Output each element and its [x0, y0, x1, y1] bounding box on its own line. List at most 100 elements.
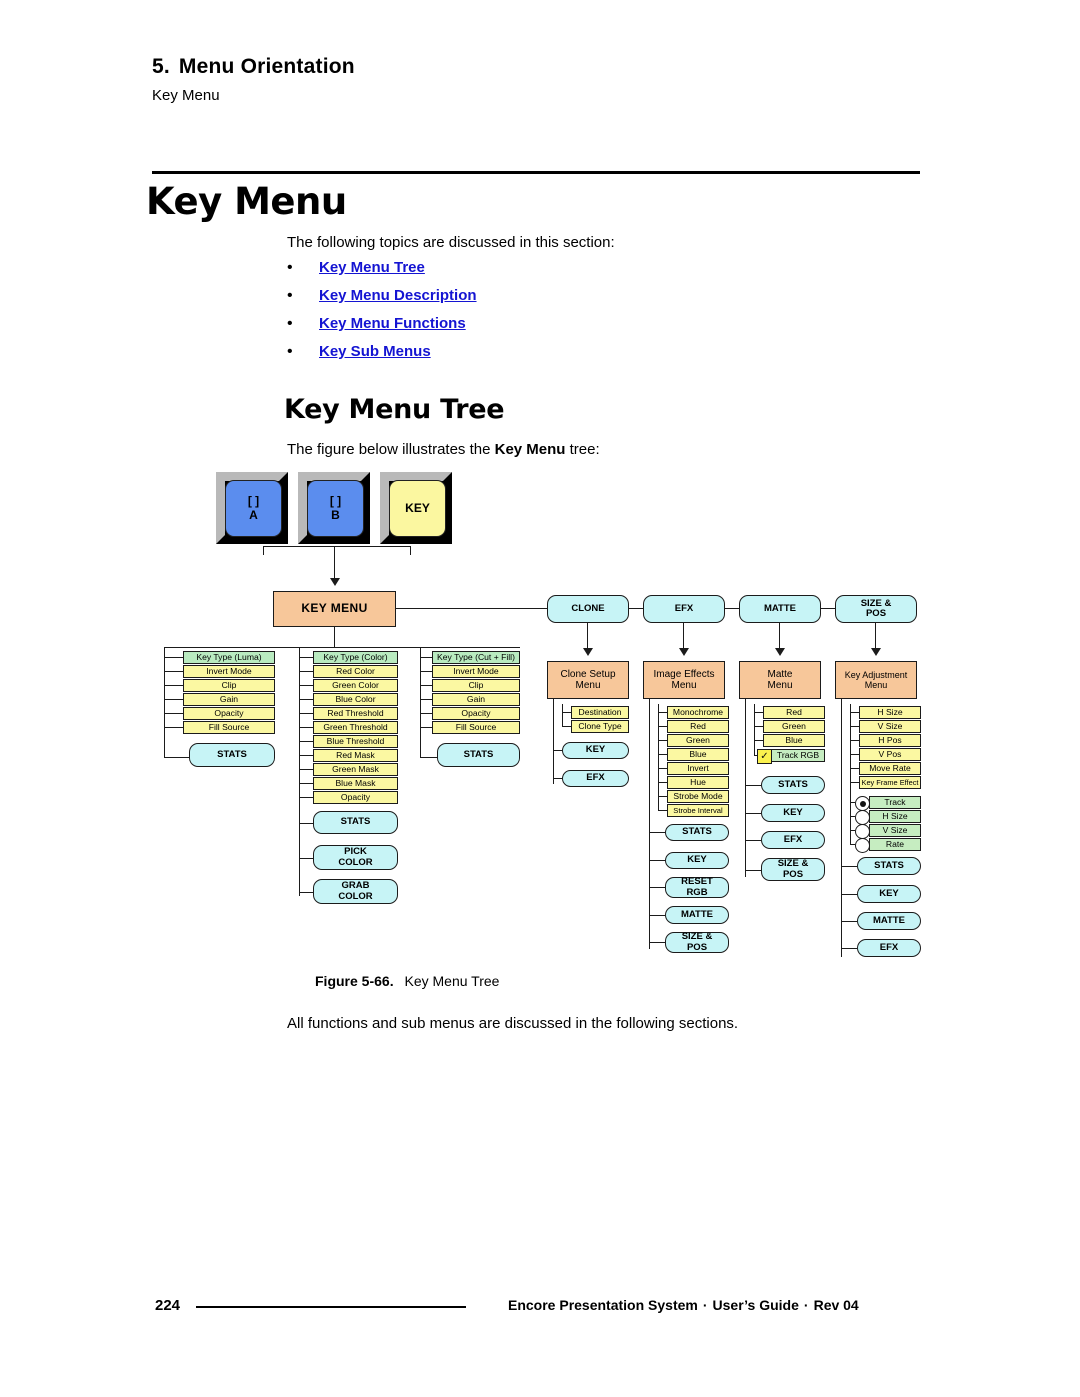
param-destination[interactable]: Destination — [571, 706, 629, 719]
param-gain[interactable]: Gain — [183, 693, 275, 706]
param-matte-green[interactable]: Green — [763, 720, 825, 733]
node-key-menu[interactable]: KEY MENU — [273, 591, 396, 627]
node-label: STATS — [874, 859, 904, 871]
connector — [164, 727, 183, 729]
param-invert-mode-cf[interactable]: Invert Mode — [432, 665, 520, 678]
node-image-effects-menu[interactable]: Image Effects Menu — [643, 661, 725, 699]
node-clone[interactable]: CLONE — [547, 595, 629, 623]
param-red-color[interactable]: Red Color — [313, 665, 398, 678]
node-size-pos[interactable]: SIZE & POS — [835, 595, 917, 623]
node-clone-setup-menu[interactable]: Clone Setup Menu — [547, 661, 629, 699]
button-matte-efx[interactable]: EFX — [761, 831, 825, 849]
param-green-mask[interactable]: Green Mask — [313, 763, 398, 776]
param-key-frame-effect[interactable]: Key Frame Effect — [859, 776, 921, 789]
param-red-threshold[interactable]: Red Threshold — [313, 707, 398, 720]
node-matte-menu[interactable]: Matte Menu — [739, 661, 821, 699]
param-v-pos[interactable]: V Pos — [859, 748, 921, 761]
param-green-color[interactable]: Green Color — [313, 679, 398, 692]
button-sp-key[interactable]: KEY — [857, 885, 921, 903]
keycap-key[interactable]: KEY — [380, 472, 452, 544]
button-pick-color[interactable]: PICK COLOR — [313, 845, 398, 870]
param-radio-rate[interactable]: Rate — [869, 838, 921, 851]
button-sp-matte[interactable]: MATTE — [857, 912, 921, 930]
param-matte-blue[interactable]: Blue — [763, 734, 825, 747]
param-move-rate[interactable]: Move Rate — [859, 762, 921, 775]
param-blue-threshold[interactable]: Blue Threshold — [313, 735, 398, 748]
radio-rate[interactable] — [855, 838, 870, 853]
param-opacity[interactable]: Opacity — [183, 707, 275, 720]
button-matte-key[interactable]: KEY — [761, 804, 825, 822]
param-blue-mask[interactable]: Blue Mask — [313, 777, 398, 790]
param-matte-red[interactable]: Red — [763, 706, 825, 719]
param-label: Green Mask — [332, 764, 379, 775]
param-opacity-color[interactable]: Opacity — [313, 791, 398, 804]
param-v-size[interactable]: V Size — [859, 720, 921, 733]
connector — [658, 740, 667, 742]
param-label: Key Type (Cut + Fill) — [437, 652, 515, 663]
button-sp-efx[interactable]: EFX — [857, 939, 921, 957]
param-green-threshold[interactable]: Green Threshold — [313, 721, 398, 734]
param-monochrome[interactable]: Monochrome — [667, 706, 729, 719]
param-label: Blue — [689, 749, 707, 760]
button-clone-efx[interactable]: EFX — [562, 770, 629, 787]
button-grab-color[interactable]: GRAB COLOR — [313, 879, 398, 904]
param-opacity-cf[interactable]: Opacity — [432, 707, 520, 720]
button-efx-reset-rgb[interactable]: RESET RGB — [665, 876, 729, 898]
node-efx[interactable]: EFX — [643, 595, 725, 623]
keycap-b[interactable]: [ ] B — [298, 472, 370, 544]
radio-track[interactable] — [855, 796, 870, 811]
param-radio-h-size[interactable]: H Size — [869, 810, 921, 823]
param-clip-cf[interactable]: Clip — [432, 679, 520, 692]
param-key-type-luma[interactable]: Key Type (Luma) — [183, 651, 275, 664]
button-stats-luma[interactable]: STATS — [189, 743, 275, 767]
button-efx-matte[interactable]: MATTE — [665, 906, 729, 924]
param-fill-source[interactable]: Fill Source — [183, 721, 275, 734]
param-radio-v-size[interactable]: V Size — [869, 824, 921, 837]
connector — [420, 647, 422, 758]
param-h-pos[interactable]: H Pos — [859, 734, 921, 747]
node-label: MATTE — [872, 914, 905, 926]
param-h-size[interactable]: H Size — [859, 706, 921, 719]
checkbox-track-rgb[interactable]: ✓ — [757, 749, 772, 764]
button-efx-stats[interactable]: STATS — [665, 824, 729, 841]
param-blue-color[interactable]: Blue Color — [313, 693, 398, 706]
param-clone-type[interactable]: Clone Type — [571, 720, 629, 733]
param-invert-mode[interactable]: Invert Mode — [183, 665, 275, 678]
param-key-type-cut-fill[interactable]: Key Type (Cut + Fill) — [432, 651, 520, 664]
button-sp-stats[interactable]: STATS — [857, 857, 921, 875]
keycap-a[interactable]: [ ] A — [216, 472, 288, 544]
node-label-line1: Matte — [767, 668, 793, 680]
node-key-adjustment-menu[interactable]: Key Adjustment Menu — [835, 661, 917, 699]
button-matte-stats[interactable]: STATS — [761, 776, 825, 794]
radio-v-size[interactable] — [855, 824, 870, 839]
param-label: Opacity — [461, 708, 491, 719]
button-efx-size-pos[interactable]: SIZE & POS — [665, 931, 729, 953]
param-red-mask[interactable]: Red Mask — [313, 749, 398, 762]
param-efx-green[interactable]: Green — [667, 734, 729, 747]
param-efx-red[interactable]: Red — [667, 720, 729, 733]
button-stats-color[interactable]: STATS — [313, 811, 398, 834]
param-track-rgb[interactable]: Track RGB — [771, 749, 825, 762]
button-stats-cut-fill[interactable]: STATS — [437, 743, 520, 767]
node-matte[interactable]: MATTE — [739, 595, 821, 623]
button-matte-size-pos[interactable]: SIZE & POS — [761, 858, 825, 881]
radio-h-size[interactable] — [855, 810, 870, 825]
connector — [850, 754, 859, 756]
param-fill-source-cf[interactable]: Fill Source — [432, 721, 520, 734]
connector — [821, 608, 835, 610]
param-strobe-mode[interactable]: Strobe Mode — [667, 790, 729, 803]
param-label: Red Mask — [336, 750, 375, 761]
connector — [299, 685, 313, 687]
param-strobe-interval[interactable]: Strobe Interval — [667, 804, 729, 817]
param-hue[interactable]: Hue — [667, 776, 729, 789]
param-clip[interactable]: Clip — [183, 679, 275, 692]
param-gain-cf[interactable]: Gain — [432, 693, 520, 706]
button-clone-key[interactable]: KEY — [562, 742, 629, 759]
param-key-type-color[interactable]: Key Type (Color) — [313, 651, 398, 664]
param-efx-blue[interactable]: Blue — [667, 748, 729, 761]
node-label: EFX — [879, 941, 899, 953]
connector — [683, 623, 685, 650]
button-efx-key[interactable]: KEY — [665, 852, 729, 869]
param-track[interactable]: Track — [869, 796, 921, 809]
param-invert[interactable]: Invert — [667, 762, 729, 775]
